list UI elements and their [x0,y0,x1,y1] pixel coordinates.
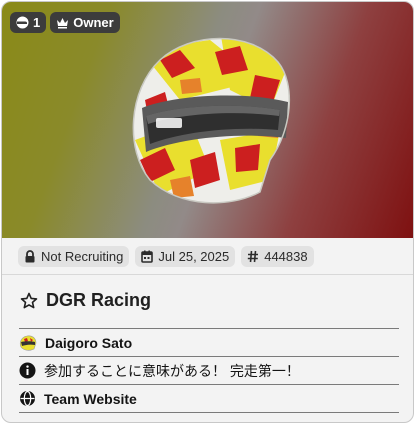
team-info-list: Daigoro Sato 参加することに意味がある！ 完走第一！ Team We… [19,328,399,413]
role-badge: Owner [50,12,120,33]
recruiting-status-chip: Not Recruiting [18,246,130,267]
helmet-avatar [19,334,37,352]
divider [2,274,413,275]
role-label: Owner [73,15,114,30]
helmet-image [132,37,291,204]
lock-icon [24,250,36,263]
calendar-icon [141,250,154,263]
team-description: 参加することに意味がある！ 完走第一！ [44,362,300,379]
team-id-chip: 444838 [241,246,314,267]
team-website-link[interactable]: Team Website [44,391,137,407]
info-icon [19,362,36,379]
hash-icon [247,250,259,263]
star-icon[interactable] [20,292,38,310]
crown-icon [56,16,69,29]
team-meta: Not Recruiting Jul 25, 2025 444838 [18,246,314,267]
owner-row[interactable]: Daigoro Sato [19,328,399,356]
header-badges: 1 Owner [10,12,120,33]
member-count: 1 [33,15,41,30]
member-count-badge: 1 [10,12,47,33]
globe-icon [19,390,36,407]
team-name: DGR Racing [46,290,152,310]
driver-icon [16,16,29,29]
created-date: Jul 25, 2025 [158,249,230,264]
team-banner: 1 Owner [2,2,413,238]
team-card[interactable]: 1 Owner Not Recruiting Jul 25, 2025 4448… [1,1,414,423]
team-id: 444838 [264,249,308,264]
description-row: 参加することに意味がある！ 完走第一！ [19,356,399,384]
created-date-chip: Jul 25, 2025 [135,246,236,267]
recruiting-status: Not Recruiting [41,249,124,264]
owner-name: Daigoro Sato [45,334,133,351]
team-title: DGR Racing [20,290,151,311]
website-row[interactable]: Team Website [19,384,399,413]
